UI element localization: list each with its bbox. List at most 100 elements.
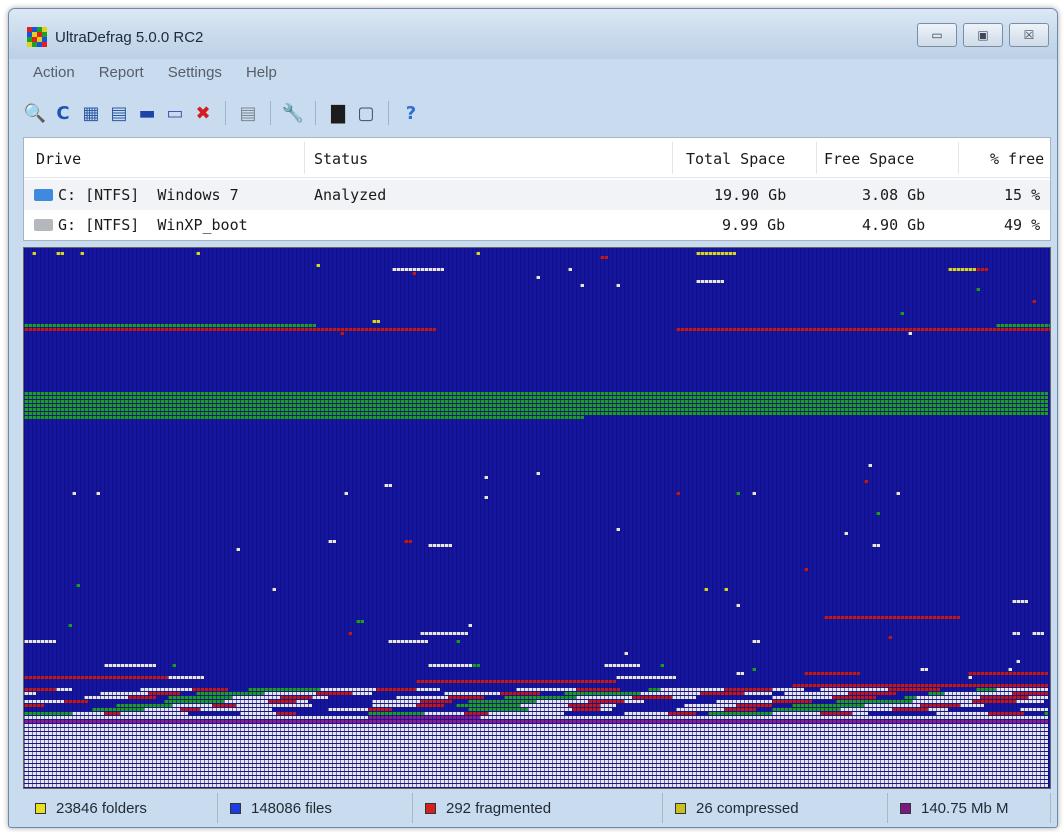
column-total-space[interactable]: Total Space xyxy=(686,150,785,168)
drive-g-icon xyxy=(34,219,53,231)
cluster-block xyxy=(328,696,396,699)
menu-action[interactable]: Action xyxy=(19,61,85,85)
cluster-block xyxy=(316,692,352,695)
defragment-icon: ▦ xyxy=(82,102,100,124)
drive-row-g[interactable]: G: [NTFS] WinXP_boot 9.99 Gb 4.90 Gb 49 … xyxy=(24,210,1050,240)
cluster-block xyxy=(72,688,140,691)
cluster-block xyxy=(648,688,660,691)
cluster-block xyxy=(600,708,612,711)
cluster-block xyxy=(120,712,188,715)
status-label: 23846 folders xyxy=(56,799,147,817)
status-label: 148086 files xyxy=(251,799,332,817)
boot-time-button[interactable]: ▇ xyxy=(326,101,350,125)
stop-icon: ✖ xyxy=(195,102,211,124)
menu-help[interactable]: Help xyxy=(232,61,287,85)
drive-total-space: 19.90 Gb xyxy=(714,186,787,204)
drive-status: Analyzed xyxy=(314,186,387,204)
cluster-block xyxy=(892,708,928,711)
toolbar-separator xyxy=(388,101,389,125)
analyze-icon: 🔍 xyxy=(23,102,47,124)
cluster-block xyxy=(224,700,268,703)
cluster-block xyxy=(832,696,876,699)
help-button[interactable]: ? xyxy=(399,101,423,125)
drive-percent-free: 15 % xyxy=(1004,186,1041,204)
optimize-mft-icon: ▭ xyxy=(166,102,184,124)
cluster-block xyxy=(820,688,888,691)
status-bar: 23846 folders 148086 files 292 fragmented 2… xyxy=(23,793,1051,823)
boot-script-button[interactable]: ▢ xyxy=(354,101,378,125)
full-optimize-button[interactable]: ▬ xyxy=(135,101,159,125)
cluster-block xyxy=(772,692,784,695)
ultradefrag-logo-icon xyxy=(27,27,47,47)
status-item: 140.75 Mb M xyxy=(888,793,1051,823)
column-status[interactable]: Status xyxy=(314,150,368,168)
cluster-block xyxy=(944,692,1012,695)
full-optimize-icon: ▬ xyxy=(138,102,156,124)
cluster-block xyxy=(528,708,572,711)
drive-c-icon xyxy=(34,189,53,201)
cluster-block xyxy=(868,712,936,715)
column-free-space[interactable]: Free Space xyxy=(824,150,914,168)
cluster-block xyxy=(736,704,772,707)
boot-script-icon: ▢ xyxy=(357,102,375,124)
column-drive[interactable]: Drive xyxy=(36,150,81,168)
drive-percent-free: 49 % xyxy=(1004,216,1041,234)
defragment-button[interactable]: ▦ xyxy=(79,101,103,125)
analyze-button[interactable]: 🔍 xyxy=(23,101,47,125)
cluster-block xyxy=(616,704,684,707)
report-button[interactable]: ▤ xyxy=(236,101,260,125)
optimize-mft-button[interactable]: ▭ xyxy=(163,101,187,125)
status-label: 292 fragmented xyxy=(446,799,552,817)
cluster-block xyxy=(624,712,668,715)
legend-swatch-icon xyxy=(900,802,911,814)
maximize-button[interactable]: ▣ xyxy=(963,23,1003,47)
minimize-button[interactable]: ▭ xyxy=(917,23,957,47)
toolbar-separator xyxy=(315,101,316,125)
close-button[interactable]: ☒ xyxy=(1009,23,1049,47)
repeat-icon: C xyxy=(56,102,70,124)
cluster-block xyxy=(24,708,92,711)
repeat-button[interactable]: C xyxy=(51,101,75,125)
menu-report[interactable]: Report xyxy=(85,61,154,85)
column-percent-free[interactable]: % free xyxy=(990,150,1044,168)
status-item: 26 compressed xyxy=(663,793,888,823)
quick-optimize-button[interactable]: ▤ xyxy=(107,101,131,125)
cluster-block xyxy=(444,704,456,707)
help-icon: ? xyxy=(405,102,417,124)
cluster-block xyxy=(988,712,1024,715)
legend-swatch-icon xyxy=(675,802,686,814)
cluster-block xyxy=(144,708,180,711)
menu-settings[interactable]: Settings xyxy=(154,61,232,85)
cluster-block xyxy=(940,688,976,691)
status-label: 140.75 Mb M xyxy=(921,799,1009,817)
app-window: UltraDefrag 5.0.0 RC2 ▭ ▣ ☒ Action Repor… xyxy=(8,8,1058,828)
cluster-block xyxy=(240,712,276,715)
stop-button[interactable]: ✖ xyxy=(191,101,215,125)
cluster-block xyxy=(772,708,840,711)
fragmented-row xyxy=(24,328,436,331)
title-bar[interactable]: UltraDefrag 5.0.0 RC2 ▭ ▣ ☒ xyxy=(9,9,1057,59)
cluster-block xyxy=(192,688,228,691)
window-title: UltraDefrag 5.0.0 RC2 xyxy=(55,29,204,46)
boot-time-icon: ▇ xyxy=(331,102,345,124)
quick-optimize-icon: ▤ xyxy=(110,102,128,124)
cluster-block xyxy=(84,696,128,699)
toolbar-separator xyxy=(270,101,271,125)
legend-swatch-icon xyxy=(35,802,46,814)
preferences-icon: 🔧 xyxy=(281,102,305,124)
legend-swatch-icon xyxy=(230,802,241,814)
preferences-button[interactable]: 🔧 xyxy=(281,101,305,125)
cluster-block xyxy=(976,268,988,271)
cluster-block xyxy=(24,692,36,695)
drive-free-space: 3.08 Gb xyxy=(862,186,926,204)
cluster-block xyxy=(448,696,484,699)
status-item: 23846 folders xyxy=(23,793,218,823)
drive-free-space: 4.90 Gb xyxy=(862,216,926,234)
cluster-map-canvas xyxy=(24,248,1050,788)
cluster-block xyxy=(296,700,308,703)
menu-bar: Action Report Settings Help xyxy=(19,61,287,85)
drive-row-c[interactable]: C: [NTFS] Windows 7 Analyzed 19.90 Gb 3.… xyxy=(24,180,1050,210)
unfragmented-row xyxy=(168,676,204,679)
toolbar: 🔍 C ▦ ▤ ▬ ▭ ✖ ▤ 🔧 ▇ ▢? xyxy=(23,95,423,131)
cluster-map[interactable] xyxy=(23,247,1051,789)
